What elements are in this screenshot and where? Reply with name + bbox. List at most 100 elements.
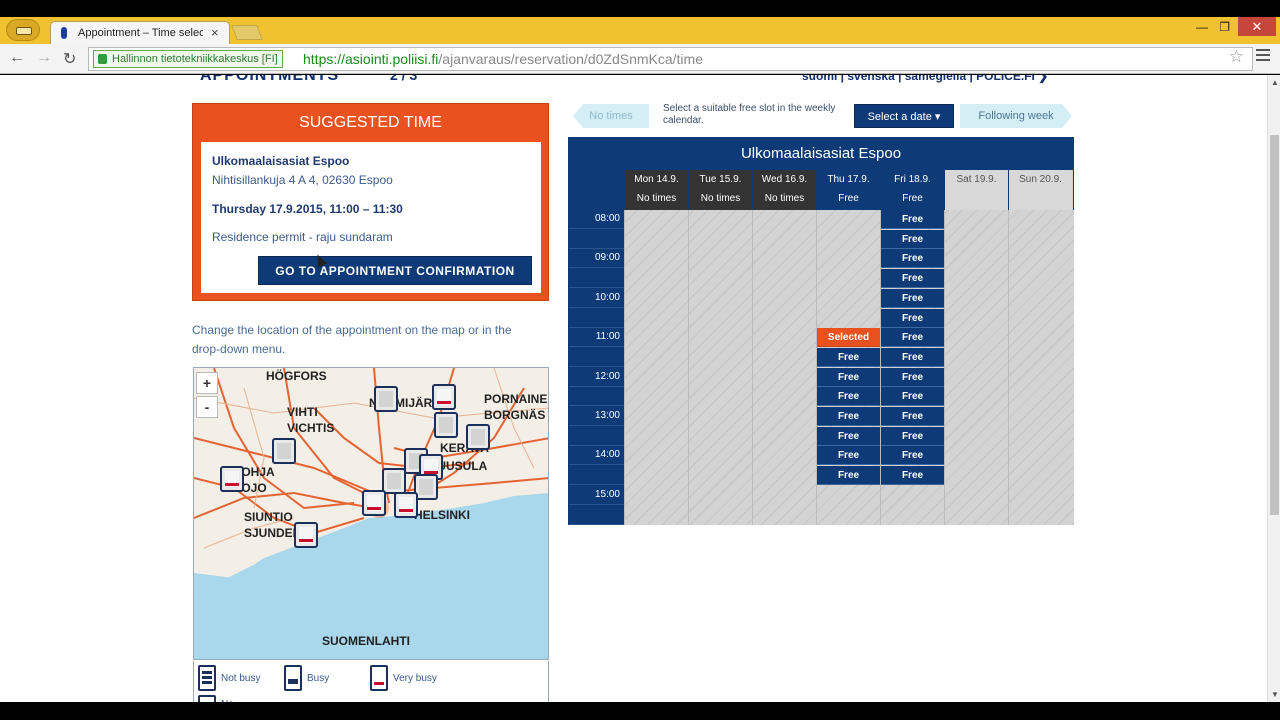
free-time-slot[interactable]: Free: [817, 347, 880, 367]
office-marker[interactable]: [272, 438, 296, 464]
office-map[interactable]: + - HÖGFORS VIHTI VICHTIS LOHJA LOJO SIU…: [193, 367, 549, 660]
time-row-label: [569, 427, 624, 446]
day-header: Thu 17.9. Free: [816, 170, 880, 210]
map-label-siuntio: SIUNTIO: [244, 510, 293, 524]
scroll-up-icon[interactable]: ▲: [1271, 78, 1279, 87]
free-time-slot[interactable]: Free: [881, 308, 944, 328]
day-header: Fri 18.9. Free: [880, 170, 944, 210]
time-row-label: [569, 309, 624, 328]
free-time-slot[interactable]: Free: [881, 269, 944, 289]
free-time-slot[interactable]: Free: [817, 367, 880, 387]
free-time-slot[interactable]: Free: [881, 328, 944, 348]
day-status: No times: [700, 193, 741, 204]
free-time-slot[interactable]: Free: [881, 387, 944, 407]
day-column: [752, 210, 816, 525]
appointment-time: Thursday 17.9.2015, 11:00 – 11:30: [212, 202, 403, 216]
service-name: Residence permit - raju sundaram: [212, 230, 393, 244]
legend-not-busy: Not busy: [221, 673, 261, 684]
close-window-icon[interactable]: ✕: [1238, 17, 1276, 36]
minimize-icon[interactable]: —: [1196, 20, 1208, 34]
url-path: /ajanvaraus/reservation/d0ZdSnmKca/time: [438, 51, 703, 67]
go-to-confirmation-button[interactable]: GO TO APPOINTMENT CONFIRMATION: [258, 256, 532, 285]
selected-time-slot[interactable]: Selected: [817, 328, 880, 348]
free-time-slot[interactable]: Free: [817, 407, 880, 426]
free-time-slot[interactable]: Free: [881, 249, 944, 269]
free-time-slot[interactable]: Free: [817, 426, 880, 446]
office-address: Nihtisillankuja 4 A 4, 02630 Espoo: [212, 173, 393, 187]
office-marker[interactable]: [434, 412, 458, 438]
browser-toolbar: ← → ↻ Hallinnon tietotekniikkakeskus [FI…: [0, 44, 1280, 74]
select-date-dropdown[interactable]: Select a date ▾: [854, 104, 954, 128]
tab-close-icon[interactable]: ×: [211, 25, 219, 40]
ev-certificate-badge[interactable]: Hallinnon tietotekniikkakeskus [FI]: [93, 50, 283, 68]
day-header: Mon 14.9. No times: [624, 170, 688, 210]
office-marker-very-busy[interactable]: [432, 384, 456, 410]
office-marker-very-busy[interactable]: [220, 466, 244, 492]
scroll-down-icon[interactable]: ▼: [1271, 690, 1279, 699]
day-date: Mon 14.9.: [634, 174, 679, 185]
map-label-borgnas: BORGNÄS: [484, 408, 546, 422]
suggested-time-title: SUGGESTED TIME: [299, 114, 442, 131]
new-tab-button[interactable]: [231, 25, 263, 40]
free-time-slot[interactable]: Free: [881, 229, 944, 249]
office-marker[interactable]: [374, 386, 398, 412]
day-header: Tue 15.9. No times: [688, 170, 752, 210]
busy-icon: [284, 665, 302, 691]
day-column: [944, 210, 1008, 525]
free-time-slot[interactable]: Free: [881, 426, 944, 446]
step-indicator: 2 / 3: [390, 75, 418, 83]
browser-tab-bar: Appointment – Time selec × — ❐ ✕: [0, 17, 1280, 44]
address-bar[interactable]: Hallinnon tietotekniikkakeskus [FI] http…: [88, 47, 1253, 71]
following-week-button[interactable]: Following week: [960, 104, 1072, 128]
time-row-label: 14:00: [569, 446, 624, 466]
time-row-label: 12:00: [569, 368, 624, 387]
restore-icon[interactable]: ❐: [1219, 20, 1230, 34]
free-time-slot[interactable]: Free: [881, 210, 944, 229]
office-marker-very-busy[interactable]: [394, 492, 418, 518]
page-scrollbar[interactable]: ▲ ▼: [1267, 75, 1280, 702]
free-time-slot[interactable]: Free: [817, 387, 880, 407]
back-arrow-icon[interactable]: ←: [9, 49, 25, 67]
reload-icon[interactable]: ↻: [63, 49, 76, 69]
map-label-vihti: VIHTI: [287, 405, 318, 419]
free-time-slot[interactable]: Free: [881, 466, 944, 486]
map-label-vichtis: VICHTIS: [287, 421, 335, 435]
calendar-title: Ulkomaalaisasiat Espoo: [569, 138, 1073, 170]
page-title: APPOINTMENTS: [200, 75, 340, 84]
previous-week-button[interactable]: No times: [573, 104, 649, 128]
office-marker[interactable]: [382, 468, 406, 494]
office-name: Ulkomaalaisasiat Espoo: [212, 154, 350, 168]
day-status: Free: [838, 193, 859, 204]
time-row-label: [569, 348, 624, 367]
hamburger-menu-icon[interactable]: [1256, 49, 1270, 61]
suggested-time-details: Ulkomaalaisasiat Espoo Nihtisillankuja 4…: [201, 142, 541, 293]
url-text[interactable]: https://asiointi.poliisi.fi/ajanvaraus/r…: [303, 51, 703, 67]
office-marker-very-busy[interactable]: [362, 490, 386, 516]
free-time-slot[interactable]: Free: [881, 367, 944, 387]
scrollbar-thumb[interactable]: [1270, 135, 1279, 515]
zoom-in-button[interactable]: +: [196, 372, 218, 394]
day-status: No times: [636, 193, 677, 204]
office-marker-very-busy[interactable]: [294, 522, 318, 548]
suggested-time-panel: SUGGESTED TIME Ulkomaalaisasiat Espoo Ni…: [192, 103, 549, 301]
office-marker[interactable]: [466, 424, 490, 450]
forward-arrow-icon[interactable]: →: [36, 49, 52, 67]
free-time-slot[interactable]: Free: [817, 446, 880, 466]
free-time-slot[interactable]: Free: [881, 446, 944, 466]
zoom-out-button[interactable]: -: [196, 396, 218, 418]
star-icon[interactable]: ☆: [1229, 47, 1244, 67]
map-legend: Not busy Busy Very busy No: [193, 661, 549, 702]
language-links[interactable]: suomi | svenska | sámegiella | POLICE.FI…: [802, 75, 1048, 83]
free-time-slot[interactable]: Free: [881, 407, 944, 426]
screen-bottom-border: [0, 702, 1280, 720]
free-time-slot[interactable]: Free: [881, 288, 944, 308]
window-menu-icon[interactable]: [6, 19, 40, 41]
legend-very-busy: Very busy: [393, 673, 437, 684]
time-column: 08:00 09:00 10:00 11:00 12:00 13:00 14:00 15:00: [569, 210, 624, 525]
browser-tab[interactable]: Appointment – Time selec ×: [50, 21, 230, 44]
legend-busy: Busy: [307, 673, 330, 684]
calendar-instruction: Select a suitable free slot in the weekl…: [663, 103, 836, 126]
screen-top-border: [0, 0, 1280, 17]
free-time-slot[interactable]: Free: [817, 466, 880, 486]
free-time-slot[interactable]: Free: [881, 347, 944, 367]
